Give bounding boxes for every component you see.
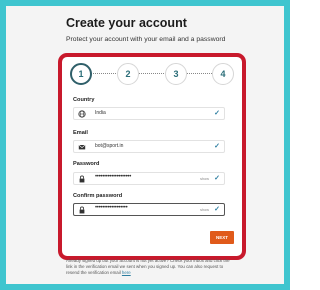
globe-icon xyxy=(78,110,86,118)
check-icon: ✓ xyxy=(214,206,220,213)
lock-icon xyxy=(79,206,85,214)
stepper-connector xyxy=(84,73,218,74)
page-subtitle: Protect your account with your email and… xyxy=(66,36,226,43)
confirm-password-value: •••••••••••••••••• xyxy=(95,205,128,211)
page-background: Create your account Protect your account… xyxy=(6,6,284,284)
lock-icon xyxy=(79,175,85,183)
activation-note-text: Already signed up but your account is no… xyxy=(66,258,230,276)
page-title: Create your account xyxy=(66,16,187,30)
signup-card: 1 2 3 4 Country India ✓ Email bot@sport.… xyxy=(58,53,246,260)
show-confirm-password-toggle[interactable]: show xyxy=(200,208,209,212)
show-password-toggle[interactable]: show xyxy=(200,177,209,181)
envelope-icon xyxy=(78,144,86,150)
next-button[interactable]: NEXT xyxy=(210,231,234,244)
email-field[interactable]: bot@sport.in ✓ xyxy=(73,140,225,153)
check-icon: ✓ xyxy=(214,143,220,150)
password-field[interactable]: •••••••••••••••••••• show ✓ xyxy=(73,172,225,185)
password-value: •••••••••••••••••••• xyxy=(95,174,132,180)
country-value: India xyxy=(95,110,106,116)
check-icon: ✓ xyxy=(214,175,220,182)
resend-link[interactable]: here xyxy=(122,270,131,275)
step-3[interactable]: 3 xyxy=(165,63,187,85)
country-select[interactable]: India ✓ xyxy=(73,107,225,120)
step-4[interactable]: 4 xyxy=(212,63,234,85)
password-label: Password xyxy=(73,161,100,167)
email-value: bot@sport.in xyxy=(95,143,124,149)
confirm-password-field[interactable]: •••••••••••••••••• show ✓ xyxy=(73,203,225,216)
check-icon: ✓ xyxy=(214,110,220,117)
email-label: Email xyxy=(73,130,88,136)
step-1[interactable]: 1 xyxy=(70,63,92,85)
confirm-password-label: Confirm password xyxy=(73,193,123,199)
step-2[interactable]: 2 xyxy=(117,63,139,85)
stepper: 1 2 3 4 xyxy=(70,63,234,85)
country-label: Country xyxy=(73,97,95,103)
activation-note: Already signed up but your account is no… xyxy=(66,258,236,277)
